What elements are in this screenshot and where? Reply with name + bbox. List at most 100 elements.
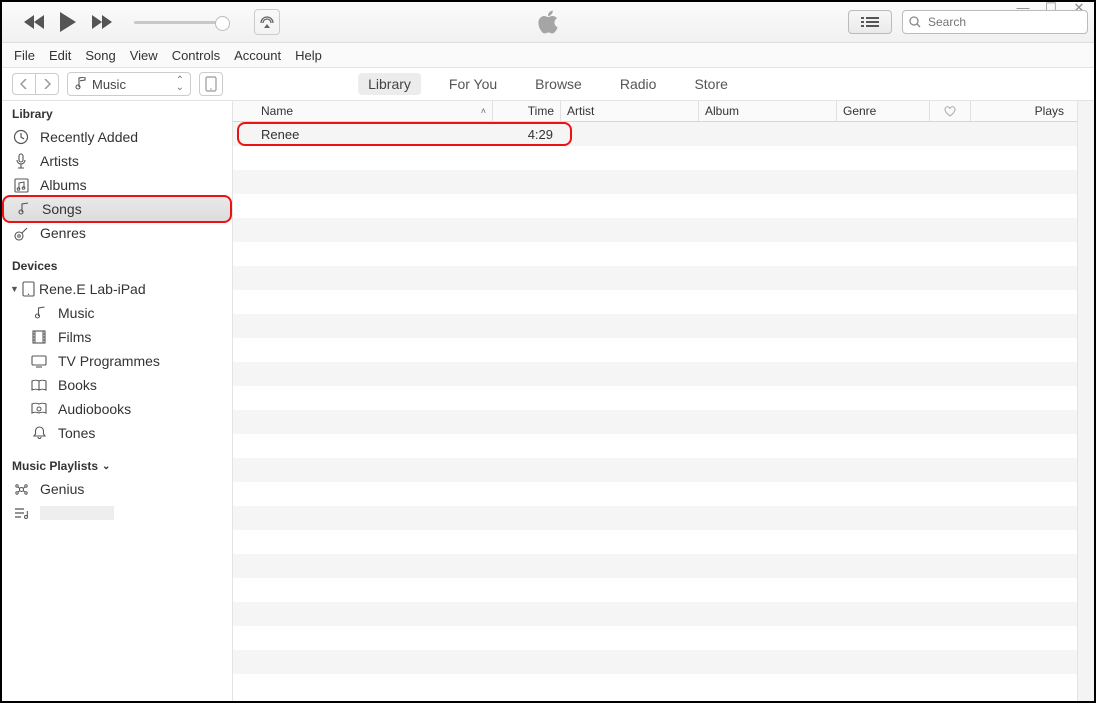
- book-icon: [30, 379, 48, 392]
- table-row[interactable]: Renee 4:29: [233, 122, 1094, 146]
- col-artist[interactable]: Artist: [561, 101, 699, 121]
- vertical-scrollbar[interactable]: [1077, 101, 1094, 701]
- tv-icon: [30, 355, 48, 368]
- sidebar-item-label: Audiobooks: [58, 401, 131, 417]
- menu-controls[interactable]: Controls: [172, 48, 220, 63]
- sidebar-playlist-unnamed[interactable]: [2, 501, 232, 525]
- sidebar-item-label: Films: [58, 329, 91, 345]
- menu-edit[interactable]: Edit: [49, 48, 71, 63]
- menu-file[interactable]: File: [14, 48, 35, 63]
- menu-song[interactable]: Song: [85, 48, 115, 63]
- sidebar-device-films[interactable]: Films: [2, 325, 232, 349]
- back-button[interactable]: [13, 74, 36, 94]
- col-love[interactable]: [930, 101, 971, 121]
- chevron-down-icon: ⌄: [102, 461, 110, 472]
- sidebar-item-albums[interactable]: Albums: [2, 173, 232, 197]
- tab-browse[interactable]: Browse: [525, 73, 592, 95]
- caret-down-icon[interactable]: ▼: [10, 284, 18, 294]
- sidebar-device-label: Rene.E Lab-iPad: [39, 281, 146, 297]
- search-input[interactable]: [926, 14, 1081, 30]
- menu-view[interactable]: View: [130, 48, 158, 63]
- album-icon: [12, 178, 30, 193]
- genius-icon: [12, 482, 30, 497]
- sidebar: Library Recently Added Artists Albums So…: [2, 101, 233, 701]
- previous-button[interactable]: [24, 14, 46, 30]
- sidebar-playlist-genius[interactable]: Genius: [2, 477, 232, 501]
- ipad-icon: [22, 281, 35, 297]
- sidebar-item-artists[interactable]: Artists: [2, 149, 232, 173]
- search-field[interactable]: [902, 10, 1088, 34]
- sidebar-item-label: Albums: [40, 177, 87, 193]
- list-view-button[interactable]: [848, 10, 892, 34]
- sidebar-device-audiobooks[interactable]: Audiobooks: [2, 397, 232, 421]
- sidebar-header-library: Library: [2, 101, 232, 125]
- search-icon: [909, 16, 921, 28]
- sidebar-item-label: Books: [58, 377, 97, 393]
- play-button[interactable]: [58, 11, 78, 33]
- sidebar-device-music[interactable]: Music: [2, 301, 232, 325]
- menu-account[interactable]: Account: [234, 48, 281, 63]
- clock-icon: [12, 129, 30, 145]
- tab-store[interactable]: Store: [684, 73, 737, 95]
- sidebar-device-tv[interactable]: TV Programmes: [2, 349, 232, 373]
- airplay-button[interactable]: [254, 9, 280, 35]
- col-plays[interactable]: Plays: [971, 101, 1094, 121]
- microphone-icon: [12, 153, 30, 169]
- forward-button[interactable]: [36, 74, 58, 94]
- device-button[interactable]: [199, 72, 223, 96]
- itunes-window: — ☐ ✕: [0, 0, 1096, 703]
- sidebar-device-books[interactable]: Books: [2, 373, 232, 397]
- body: Library Recently Added Artists Albums So…: [2, 101, 1094, 701]
- titlebar: — ☐ ✕: [2, 2, 1094, 43]
- section-tabs: Library For You Browse Radio Store: [358, 73, 738, 95]
- col-name[interactable]: Name ˄: [233, 101, 493, 121]
- sidebar-device-tones[interactable]: Tones: [2, 421, 232, 445]
- redacted-label: [40, 506, 114, 520]
- nav-back-forward: [12, 73, 59, 95]
- tab-radio[interactable]: Radio: [610, 73, 667, 95]
- col-album[interactable]: Album: [699, 101, 837, 121]
- cell-name: Renee: [233, 127, 492, 142]
- audiobook-icon: [30, 402, 48, 416]
- sort-caret-icon: ˄: [481, 106, 486, 116]
- chevron-updown-icon: ⌃⌄: [176, 77, 184, 91]
- sidebar-item-label: Artists: [40, 153, 79, 169]
- volume-slider[interactable]: [134, 21, 224, 24]
- sidebar-item-recently-added[interactable]: Recently Added: [2, 125, 232, 149]
- sidebar-device[interactable]: ▼ Rene.E Lab-iPad: [2, 277, 232, 301]
- playlist-icon: [12, 507, 30, 520]
- sidebar-item-label: TV Programmes: [58, 353, 160, 369]
- sidebar-item-genres[interactable]: Genres: [2, 221, 232, 245]
- sidebar-item-label: Genres: [40, 225, 86, 241]
- guitar-icon: [12, 226, 30, 241]
- sidebar-header-devices: Devices: [2, 253, 232, 277]
- tab-for-you[interactable]: For You: [439, 73, 507, 95]
- sidebar-item-label: Genius: [40, 481, 84, 497]
- media-picker-label: Music: [92, 77, 126, 92]
- playback-controls: [2, 9, 280, 35]
- sidebar-item-label: Music: [58, 305, 95, 321]
- sidebar-item-label: Songs: [42, 201, 82, 217]
- col-time[interactable]: Time: [493, 101, 561, 121]
- menu-bar: File Edit Song View Controls Account Hel…: [2, 43, 1094, 68]
- song-rows: Renee 4:29: [233, 122, 1094, 701]
- music-note-icon: [74, 77, 86, 91]
- tab-library[interactable]: Library: [358, 73, 421, 95]
- nav-row: Music ⌃⌄ Library For You Browse Radio St…: [2, 68, 1094, 101]
- sidebar-header-playlists[interactable]: Music Playlists ⌄: [2, 453, 232, 477]
- music-note-icon: [30, 306, 48, 320]
- sidebar-item-songs[interactable]: Songs: [4, 197, 230, 221]
- cell-time: 4:29: [492, 127, 559, 142]
- sidebar-item-label: Recently Added: [40, 129, 138, 145]
- col-genre[interactable]: Genre: [837, 101, 930, 121]
- main-content: Name ˄ Time Artist Album Genre Plays Ren…: [233, 101, 1094, 701]
- sidebar-item-label: Tones: [58, 425, 95, 441]
- apple-logo-icon: [536, 8, 560, 36]
- menu-help[interactable]: Help: [295, 48, 322, 63]
- media-picker[interactable]: Music ⌃⌄: [67, 72, 191, 96]
- bell-icon: [30, 426, 48, 440]
- music-note-icon: [14, 202, 32, 217]
- film-icon: [30, 330, 48, 344]
- next-button[interactable]: [90, 14, 112, 30]
- column-headers: Name ˄ Time Artist Album Genre Plays: [233, 101, 1094, 122]
